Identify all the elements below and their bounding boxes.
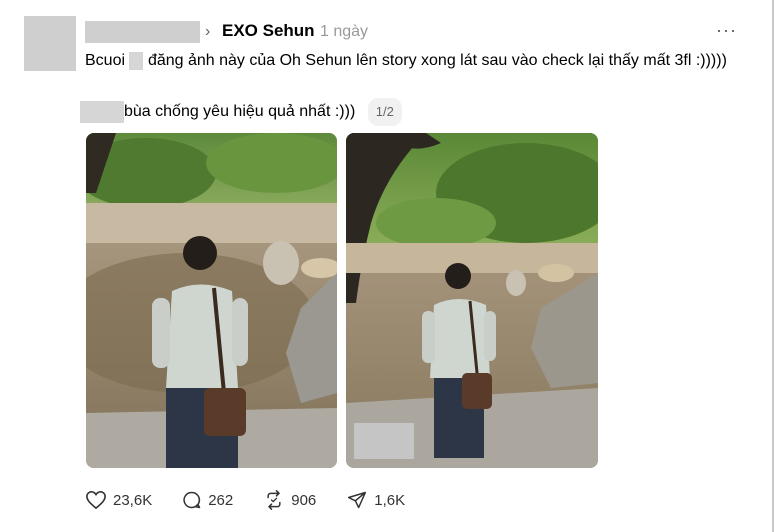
image-counter: 1/2 bbox=[367, 98, 402, 126]
comment-button[interactable]: 262 bbox=[182, 490, 233, 510]
repost-icon bbox=[267, 490, 281, 510]
community-name[interactable]: EXO Sehun bbox=[222, 20, 315, 42]
share-count: 1,6K bbox=[374, 491, 406, 509]
like-button[interactable]: 23,6K bbox=[85, 490, 152, 510]
post-image-1[interactable] bbox=[86, 133, 337, 468]
post-image-2[interactable] bbox=[346, 133, 598, 468]
post-timestamp[interactable]: 1 ngày bbox=[320, 21, 368, 43]
post-text-line1: Bcuoi đăng ảnh này của Oh Sehun lên stor… bbox=[85, 49, 745, 73]
redacted-text bbox=[80, 101, 124, 123]
chevron-right-icon: › bbox=[205, 23, 211, 40]
share-icon bbox=[348, 491, 367, 509]
like-count: 23,6K bbox=[113, 491, 153, 509]
post-text-part1: Bcuoi bbox=[85, 52, 126, 69]
repost-count: 906 bbox=[291, 491, 317, 509]
more-icon[interactable]: ··· bbox=[716, 20, 737, 40]
post-text-line2: bùa chống yêu hiệu quả nhất :))) 1/2 bbox=[80, 98, 402, 126]
action-bar: 23,6K 262 906 1,6K bbox=[85, 490, 435, 510]
comment-count: 262 bbox=[208, 491, 234, 509]
post-text-part2: đăng ảnh này của Oh Sehun lên story xong… bbox=[147, 52, 727, 69]
username-redacted[interactable] bbox=[85, 21, 200, 43]
avatar[interactable] bbox=[24, 16, 76, 71]
post-text-part3: bùa chống yêu hiệu quả nhất :))) bbox=[124, 103, 356, 121]
heart-icon bbox=[86, 490, 106, 510]
redacted-text bbox=[129, 51, 144, 70]
comment-icon bbox=[183, 491, 201, 509]
share-button[interactable]: 1,6K bbox=[346, 490, 405, 510]
repost-button[interactable]: 906 bbox=[263, 490, 316, 510]
